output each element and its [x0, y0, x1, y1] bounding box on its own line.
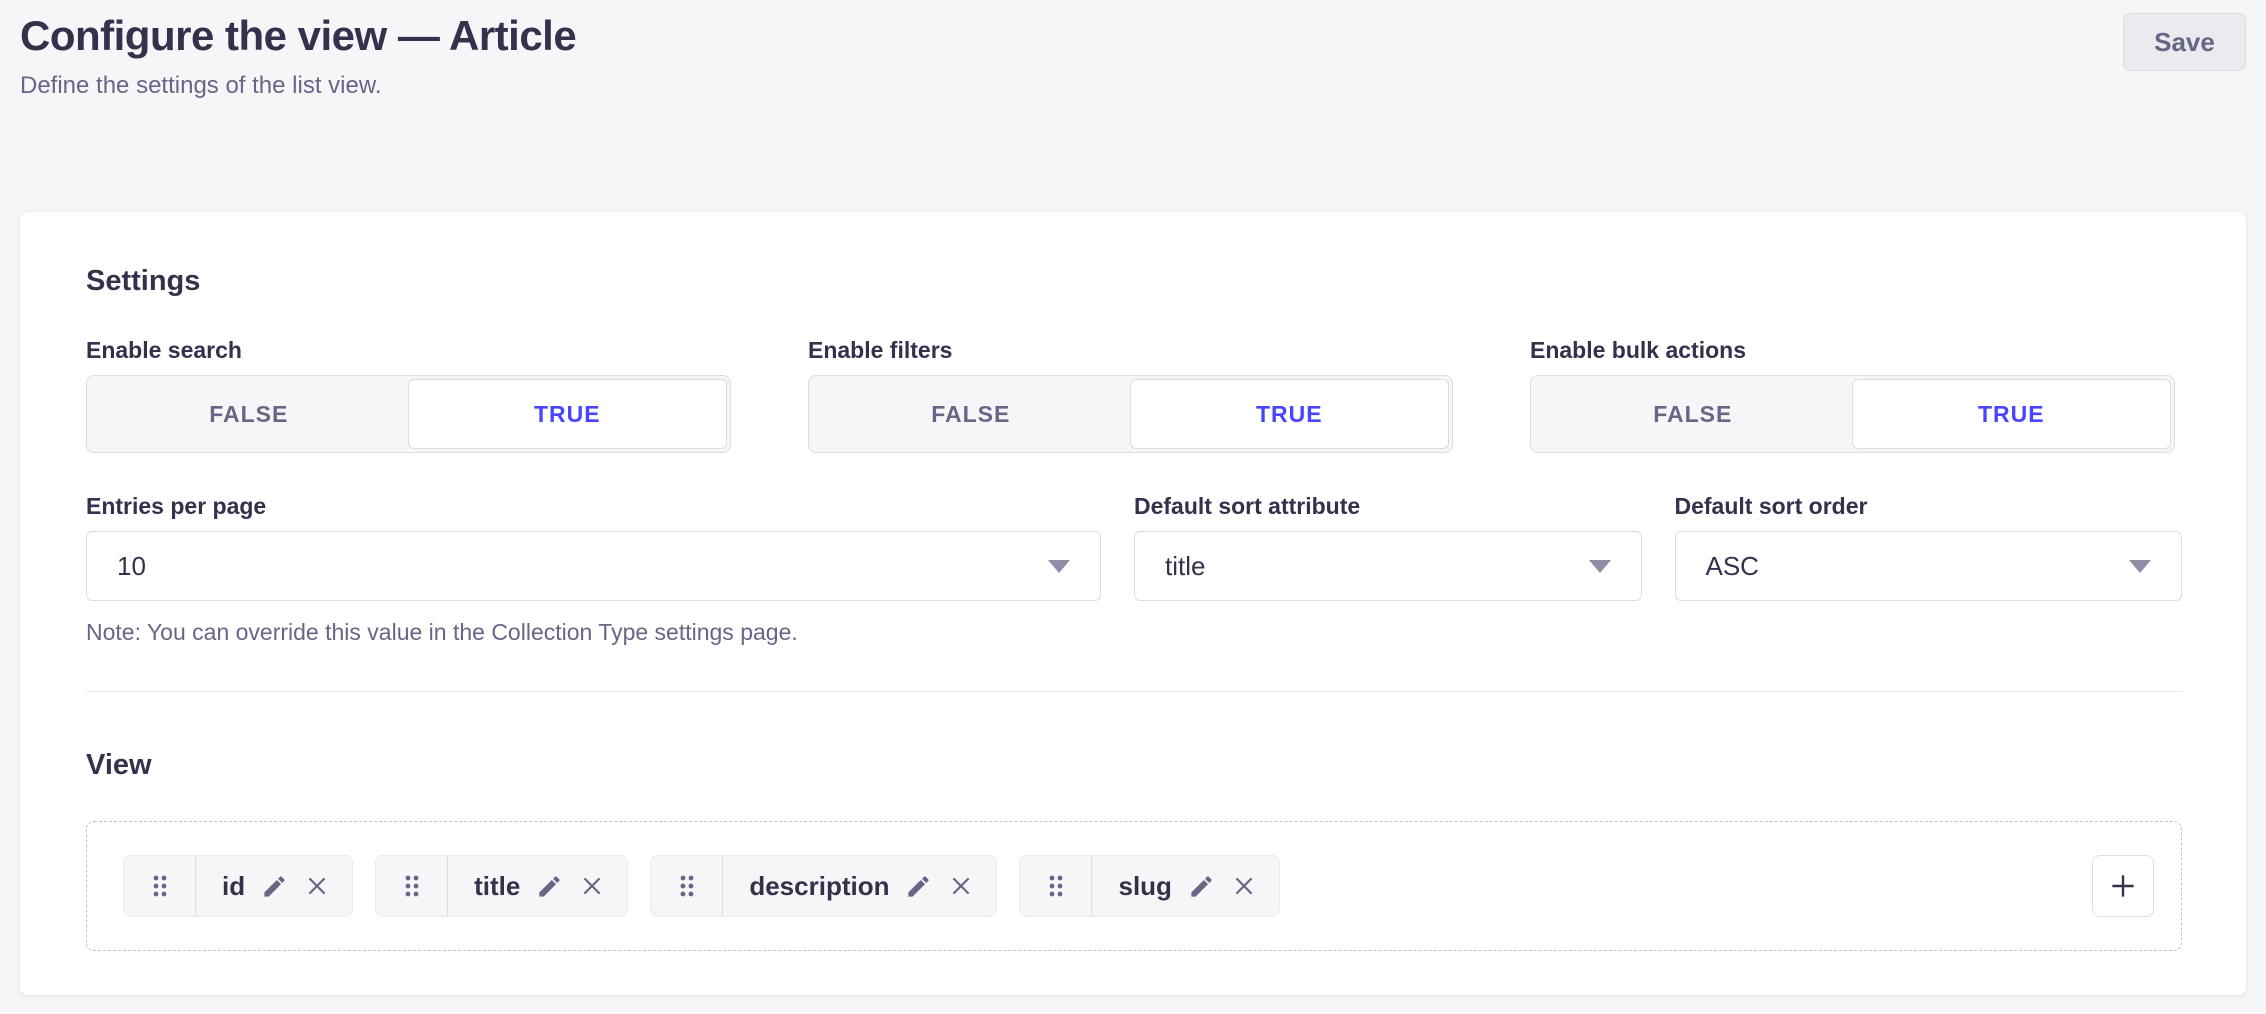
edit-field-button[interactable] — [536, 873, 563, 900]
enable-search-label: Enable search — [86, 335, 738, 365]
enable-search-field: Enable search FALSE TRUE — [86, 335, 738, 453]
chevron-down-icon — [1589, 560, 1611, 573]
add-field-button[interactable] — [2092, 855, 2154, 917]
default-sort-order-value: ASC — [1706, 551, 1759, 582]
enable-bulk-actions-false-option[interactable]: FALSE — [1534, 379, 1852, 449]
configuration-card: Settings Enable search FALSE TRUE Enable… — [20, 212, 2246, 995]
edit-field-button[interactable] — [905, 873, 932, 900]
enable-search-false-option[interactable]: FALSE — [90, 379, 408, 449]
page-title: Configure the view — Article — [20, 10, 2246, 62]
enable-search-toggle[interactable]: FALSE TRUE — [86, 375, 731, 453]
enable-bulk-actions-label: Enable bulk actions — [1530, 335, 2182, 365]
drag-handle-icon[interactable] — [1020, 856, 1092, 916]
close-icon — [304, 873, 330, 899]
enable-bulk-actions-true-option[interactable]: TRUE — [1852, 379, 2172, 449]
enable-search-true-option[interactable]: TRUE — [408, 379, 728, 449]
remove-field-button[interactable] — [948, 873, 974, 899]
field-chip-label: description — [749, 871, 889, 902]
field-chip-label: id — [222, 871, 245, 902]
view-section: View id — [86, 748, 2182, 951]
drag-dots-icon — [677, 871, 697, 901]
field-chip-title[interactable]: title — [375, 855, 628, 917]
default-sort-order-label: Default sort order — [1675, 491, 2183, 521]
entries-per-page-value: 10 — [117, 551, 146, 582]
drag-handle-icon[interactable] — [651, 856, 723, 916]
close-icon — [948, 873, 974, 899]
page-header: Configure the view — Article Define the … — [0, 0, 2266, 101]
view-heading: View — [86, 748, 2182, 783]
field-chip-id[interactable]: id — [123, 855, 353, 917]
remove-field-button[interactable] — [579, 873, 605, 899]
page-subtitle: Define the settings of the list view. — [20, 70, 2246, 101]
remove-field-button[interactable] — [1231, 873, 1257, 899]
field-layout-drop-area: id — [86, 821, 2182, 951]
drag-dots-icon — [402, 871, 422, 901]
default-sort-order-select[interactable]: ASC — [1675, 531, 2183, 601]
edit-field-button[interactable] — [261, 873, 288, 900]
edit-field-button[interactable] — [1188, 873, 1215, 900]
entries-per-page-label: Entries per page — [86, 491, 1101, 521]
chevron-down-icon — [2129, 560, 2151, 573]
pencil-icon — [905, 873, 932, 900]
default-sort-attribute-value: title — [1165, 551, 1205, 582]
drag-dots-icon — [1046, 871, 1066, 901]
remove-field-button[interactable] — [304, 873, 330, 899]
save-button[interactable]: Save — [2123, 13, 2246, 71]
settings-section: Settings Enable search FALSE TRUE Enable… — [86, 264, 2182, 647]
field-chip-label: slug — [1118, 871, 1171, 902]
field-chip-label: title — [474, 871, 520, 902]
default-sort-attribute-label: Default sort attribute — [1134, 491, 1642, 521]
enable-filters-false-option[interactable]: FALSE — [812, 379, 1130, 449]
pencil-icon — [261, 873, 288, 900]
toggles-row: Enable search FALSE TRUE Enable filters … — [86, 335, 2182, 453]
default-sort-attribute-field: Default sort attribute title — [1134, 491, 1642, 647]
close-icon — [579, 873, 605, 899]
drag-handle-icon[interactable] — [376, 856, 448, 916]
enable-filters-field: Enable filters FALSE TRUE — [808, 335, 1460, 453]
field-chip-slug[interactable]: slug — [1019, 855, 1279, 917]
chevron-down-icon — [1048, 560, 1070, 573]
close-icon — [1231, 873, 1257, 899]
enable-bulk-actions-field: Enable bulk actions FALSE TRUE — [1530, 335, 2182, 453]
enable-filters-label: Enable filters — [808, 335, 1460, 365]
enable-filters-toggle[interactable]: FALSE TRUE — [808, 375, 1453, 453]
settings-heading: Settings — [86, 264, 2182, 299]
pencil-icon — [1188, 873, 1215, 900]
pencil-icon — [536, 873, 563, 900]
drag-dots-icon — [150, 871, 170, 901]
plus-icon — [2107, 870, 2139, 902]
field-chip-description[interactable]: description — [650, 855, 997, 917]
default-sort-order-field: Default sort order ASC — [1675, 491, 2183, 647]
selects-row: Entries per page 10 Note: You can overri… — [86, 491, 2182, 647]
default-sort-attribute-select[interactable]: title — [1134, 531, 1642, 601]
entries-per-page-select[interactable]: 10 — [86, 531, 1101, 601]
enable-bulk-actions-toggle[interactable]: FALSE TRUE — [1530, 375, 2175, 453]
entries-per-page-note: Note: You can override this value in the… — [86, 617, 1101, 647]
entries-per-page-field: Entries per page 10 Note: You can overri… — [86, 491, 1101, 647]
section-divider — [86, 691, 2182, 692]
enable-filters-true-option[interactable]: TRUE — [1130, 379, 1450, 449]
drag-handle-icon[interactable] — [124, 856, 196, 916]
